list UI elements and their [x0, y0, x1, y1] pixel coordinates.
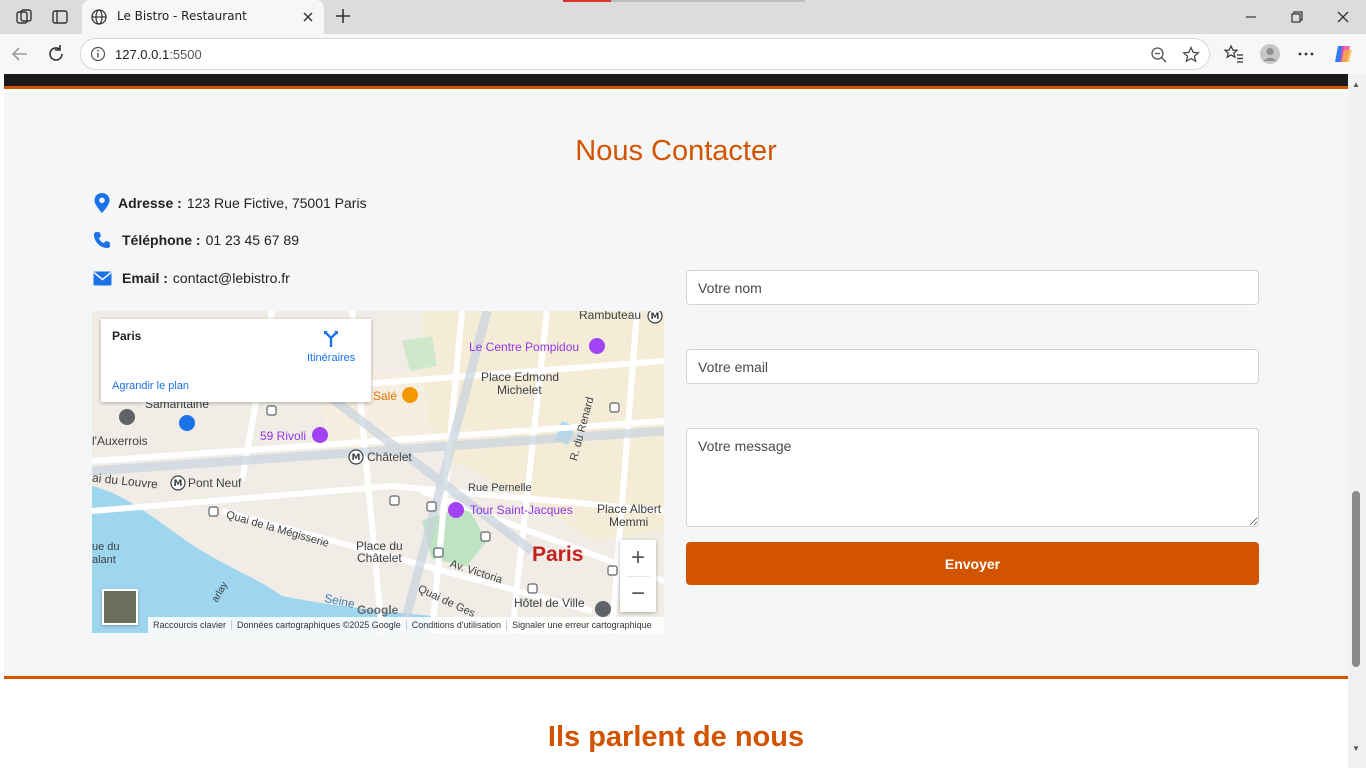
scrollbar-thumb[interactable] [1352, 491, 1360, 667]
testimonials-section: Ils parlent de nous [4, 679, 1348, 768]
email-field[interactable] [686, 349, 1259, 384]
email-row: Email : contact@lebistro.fr [92, 267, 290, 289]
map-label-edmond: Place Edmond [481, 370, 560, 384]
site-info-icon[interactable] [90, 46, 106, 62]
restore-icon[interactable] [1288, 8, 1306, 26]
map-zoom-control: + − [620, 540, 656, 612]
more-menu-icon[interactable] [1295, 43, 1317, 65]
map-label-pernelle: Rue Pernelle [468, 482, 532, 494]
workspaces-icon[interactable] [13, 6, 35, 28]
map-attribution-bar: Raccourcis clavier Données cartographiqu… [148, 617, 664, 633]
svg-text:M: M [352, 453, 361, 463]
map-label-auxerrois: l'Auxerrois [92, 434, 148, 448]
map-data-attribution: Données cartographiques ©2025 Google [232, 620, 407, 630]
phone-label: Téléphone : [122, 232, 201, 248]
phone-value: 01 23 45 67 89 [205, 232, 299, 248]
globe-icon [91, 9, 107, 25]
map-label-michelet: Michelet [497, 383, 542, 397]
browser-toolbar: 127.0.0.1:5500 [0, 34, 1366, 74]
map-zoom-in-button[interactable]: + [620, 540, 656, 576]
map-label-pompidou: Le Centre Pompidou [469, 340, 580, 354]
directions-link[interactable]: Itinéraires [307, 352, 355, 364]
map-place-card: Paris Itinéraires Agrandir le plan [101, 319, 371, 402]
favorites-icon[interactable] [1223, 43, 1245, 65]
testimonials-title: Ils parlent de nous [547, 721, 805, 753]
map-label-place-albert: Place Albert [597, 502, 662, 516]
minimize-icon[interactable] [1242, 8, 1260, 26]
map-zoom-out-button[interactable]: − [620, 576, 656, 612]
terms-link[interactable]: Conditions d'utilisation [407, 620, 508, 630]
svg-text:M: M [174, 479, 183, 489]
map-label-paris: Paris [532, 543, 584, 566]
map-label-rambuteau: Rambuteau [579, 311, 642, 322]
map-label-galant: alant [92, 554, 116, 566]
url-text: 127.0.0.1:5500 [115, 47, 202, 62]
zoom-out-icon[interactable] [1149, 45, 1169, 65]
map-label-chatelet-2: Châtelet [357, 551, 402, 565]
map-label-pont-neuf: Pont Neuf [188, 476, 242, 490]
refresh-icon[interactable] [45, 43, 67, 65]
map-place-name: Paris [112, 329, 142, 343]
browser-tab-bar: Le Bistro - Restaurant [0, 0, 1366, 34]
contact-title: Nous Contacter [575, 135, 777, 167]
map-label-memmi: Memmi [609, 515, 649, 529]
close-tab-icon[interactable] [300, 9, 316, 25]
map-pin-icon [92, 193, 112, 213]
email-field-label: Email [686, 321, 719, 336]
send-button[interactable]: Envoyer [686, 542, 1259, 585]
contact-section: Nous Contacter Adresse : 123 Rue Fictive… [4, 92, 1348, 676]
message-field[interactable] [686, 428, 1259, 527]
copilot-icon[interactable] [1332, 43, 1354, 65]
directions-icon[interactable] [322, 330, 340, 348]
phone-icon [92, 230, 112, 250]
name-label: Nom [686, 242, 714, 257]
envelope-icon [92, 268, 112, 288]
browser-tab-active[interactable]: Le Bistro - Restaurant [82, 0, 324, 34]
favorite-star-icon[interactable] [1181, 45, 1201, 65]
enlarge-map-link[interactable]: Agrandir le plan [112, 380, 189, 392]
address-row: Adresse : 123 Rue Fictive, 75001 Paris [92, 192, 367, 214]
map-label-sale: Salé [373, 389, 398, 403]
message-label: Message [686, 400, 739, 415]
scroll-down-arrow-icon[interactable]: ▼ [1352, 744, 1360, 753]
back-arrow-icon[interactable] [9, 43, 31, 65]
tab-bar-strip [611, 0, 805, 2]
email-value: contact@lebistro.fr [172, 270, 290, 286]
header-bottom-band [4, 74, 1348, 89]
name-field[interactable] [686, 270, 1259, 305]
address-bar[interactable]: 127.0.0.1:5500 [80, 38, 1210, 70]
address-label: Adresse : [118, 195, 182, 211]
address-value: 123 Rue Fictive, 75001 Paris [186, 195, 367, 211]
profile-avatar-icon[interactable] [1259, 43, 1281, 65]
page-scrollbar[interactable]: ▲ ▼ [1348, 74, 1366, 768]
tab-bar-accent [563, 0, 611, 2]
map-satellite-toggle[interactable] [102, 589, 138, 625]
map-label-chatelet: Châtelet [367, 450, 412, 464]
map-label-hotel-de-ville: Hôtel de Ville [514, 596, 585, 610]
email-label: Email : [122, 270, 168, 286]
scroll-up-arrow-icon[interactable]: ▲ [1352, 80, 1360, 89]
keyboard-shortcuts-link[interactable]: Raccourcis clavier [148, 620, 233, 630]
phone-row: Téléphone : 01 23 45 67 89 [92, 229, 299, 251]
map-label-tour-saint-jacques: Tour Saint-Jacques [470, 503, 573, 517]
close-window-icon[interactable] [1334, 8, 1352, 26]
map-label-rivoli: 59 Rivoli [260, 429, 307, 443]
report-error-link[interactable]: Signaler une erreur cartographique [507, 620, 657, 630]
new-tab-icon[interactable] [333, 6, 353, 26]
vertical-tabs-icon[interactable] [49, 6, 71, 28]
map-label-pont-du: ue du [92, 541, 120, 553]
page-viewport: Nous Contacter Adresse : 123 Rue Fictive… [0, 74, 1366, 768]
svg-text:M: M [651, 312, 660, 322]
tab-title: Le Bistro - Restaurant [117, 9, 247, 23]
google-logo: Google [357, 603, 399, 617]
google-map[interactable]: MMM Rambuteau Le Centre Pompidou Place E… [92, 311, 664, 633]
